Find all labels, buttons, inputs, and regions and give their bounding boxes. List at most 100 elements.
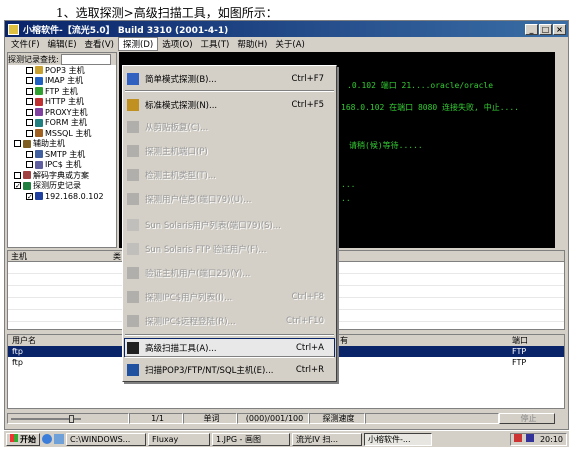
tree-node[interactable]: 解码字典或方案 <box>12 170 116 181</box>
probe-menu-item[interactable]: 检测主机类型(T)... <box>125 166 334 183</box>
tree-node[interactable]: FORM 主机 <box>12 118 116 129</box>
checkbox-checked[interactable]: ✓ <box>26 192 33 200</box>
taskbar-item-fluxay[interactable]: Fluxay <box>148 432 210 446</box>
menu-bar: 文件(F) 编辑(E) 查看(V) 探测(D) 选项(O) 工具(T) 帮助(H… <box>5 36 568 51</box>
quicklaunch-ie-icon[interactable] <box>42 434 52 444</box>
menu-item-shortcut: Ctrl+A <box>295 342 324 353</box>
menu-edit[interactable]: 编辑(E) <box>44 38 81 50</box>
tree-node-label: SMTP 主机 <box>45 149 86 159</box>
tree-node-label: MSSQL 主机 <box>45 128 92 138</box>
maximize-button[interactable]: □ <box>539 23 552 35</box>
menu-item-label: 标准模式探测(N)... <box>145 100 218 111</box>
quicklaunch-desktop-icon[interactable] <box>54 434 64 444</box>
probe-menu-item[interactable]: 探测IPC$远程登陆(R)... Ctrl+F10 <box>125 312 334 329</box>
menu-tools[interactable]: 工具(T) <box>197 38 234 50</box>
checkbox[interactable] <box>14 140 21 148</box>
tree-node[interactable]: ✓ 探测历史记录 <box>12 181 116 192</box>
probe-menu-item[interactable]: 验证主机用户(端口25)(Y)... <box>125 264 334 281</box>
menu-view[interactable]: 查看(V) <box>81 38 118 50</box>
slider-thumb[interactable] <box>69 414 74 423</box>
menu-file[interactable]: 文件(F) <box>7 38 44 50</box>
menu-item-shortcut: Ctrl+F7 <box>291 73 324 84</box>
close-button[interactable]: × <box>553 23 566 35</box>
menu-item-label: 扫描POP3/FTP/NT/SQL主机(E)... <box>145 365 274 376</box>
menu-help[interactable]: 帮助(H) <box>233 38 271 50</box>
checkbox[interactable] <box>14 171 21 179</box>
probe-menu-item[interactable]: Sun Solaris FTP 验证用户(F)... <box>125 240 334 257</box>
taskbar-item-paint[interactable]: 1.JPG - 画图 <box>212 432 290 446</box>
tree-node-label: FORM 主机 <box>45 118 87 128</box>
probe-menu-item[interactable]: 简单模式探测(B)... Ctrl+F7 <box>125 70 334 87</box>
cell-username: ftp <box>12 347 23 356</box>
title-bar[interactable]: 小榕软件-【流光5.0】 Build 3310 (2001-4-1) _ □ × <box>5 21 568 37</box>
tree-node[interactable]: FTP 主机 <box>12 86 116 97</box>
progress-slider[interactable] <box>7 412 129 424</box>
checkbox[interactable] <box>26 77 33 85</box>
checkbox[interactable] <box>26 108 33 116</box>
menu-item-icon <box>127 242 139 255</box>
menu-separator <box>125 334 334 336</box>
probe-menu-item[interactable]: Sun Solaris用户列表(端口79)(S)... <box>125 216 334 233</box>
tree-node[interactable]: IPC$ 主机 <box>12 160 116 171</box>
log-dots: .. <box>341 194 351 203</box>
probe-menu-item[interactable]: 高级扫描工具(A)... Ctrl+A <box>124 338 335 357</box>
cell-port: FTP <box>512 347 527 356</box>
menu-item-label: 探测主机端口(P) <box>145 146 208 157</box>
stop-button[interactable]: 停止 <box>499 412 555 424</box>
tray-icon[interactable] <box>513 433 522 442</box>
checkbox[interactable] <box>26 87 33 95</box>
menu-probe[interactable]: 探测(D) <box>118 36 159 51</box>
tray-icon[interactable] <box>526 433 535 442</box>
probe-menu-item[interactable]: 扫描POP3/FTP/NT/SQL主机(E)... Ctrl+R <box>125 361 334 378</box>
tree-node-label: FTP 主机 <box>45 86 78 96</box>
probe-menu-item[interactable]: 从剪贴板复(C)... <box>125 118 334 135</box>
menu-item-shortcut: Ctrl+R <box>295 364 324 375</box>
tree-node[interactable]: MSSQL 主机 <box>12 128 116 139</box>
column-stray-label: 有 <box>340 336 348 345</box>
host-type-icon <box>35 118 43 127</box>
checkbox[interactable] <box>26 119 33 127</box>
tree-node[interactable]: SMTP 主机 <box>12 149 116 160</box>
taskbar-item-fluxay4[interactable]: 流光IV 扫... <box>292 432 362 446</box>
checkbox[interactable] <box>26 66 33 74</box>
menu-item-label: Sun Solaris用户列表(端口79)(S)... <box>145 220 281 231</box>
start-button[interactable]: 开始 <box>6 432 40 446</box>
tree-node[interactable]: POP3 主机 <box>12 65 116 76</box>
tree-node-label: 辅助主机 <box>33 139 65 149</box>
menu-item-shortcut: Ctrl+F10 <box>286 315 324 326</box>
taskbar-item-xiaorong[interactable]: 小榕软件-... <box>364 432 432 446</box>
status-page: 1/1 <box>129 412 183 424</box>
tree-node[interactable]: HTTP 主机 <box>12 97 116 108</box>
host-type-icon <box>23 181 31 190</box>
log-dots: ... <box>341 180 356 189</box>
menu-item-icon <box>127 192 139 205</box>
probe-menu-item[interactable]: 探测用户信息(端口79)(U)... <box>125 190 334 207</box>
probe-menu-item[interactable]: 探测主机端口(P) <box>125 142 334 159</box>
tree-node[interactable]: ✓ 192.168.0.102 <box>12 191 116 202</box>
checkbox-checked[interactable]: ✓ <box>14 182 21 190</box>
taskbar: 开始 C:\WINDOWS... Fluxay 1.JPG - 画图 流光IV … <box>4 430 569 447</box>
tree-node[interactable]: 辅助主机 <box>12 139 116 150</box>
tree-node[interactable]: IMAP 主机 <box>12 76 116 87</box>
checkbox[interactable] <box>26 129 33 137</box>
menu-options[interactable]: 选项(O) <box>158 38 196 50</box>
search-input[interactable] <box>60 53 111 65</box>
column-host[interactable]: 主机 <box>8 251 113 262</box>
minimize-button[interactable]: _ <box>525 23 538 35</box>
app-window: 小榕软件-【流光5.0】 Build 3310 (2001-4-1) _ □ ×… <box>4 20 569 430</box>
tree-node[interactable]: PROXY主机 <box>12 107 116 118</box>
checkbox[interactable] <box>26 161 33 169</box>
column-type[interactable]: 类 <box>113 251 121 262</box>
menu-about[interactable]: 关于(A) <box>271 38 308 50</box>
checkbox[interactable] <box>26 98 33 106</box>
log-line: 请稍(候)等待..... <box>349 141 423 150</box>
taskbar-item-cmd[interactable]: C:\WINDOWS... <box>66 432 146 446</box>
probe-menu-item[interactable]: 探测IPC$用户列表(I)... Ctrl+F8 <box>125 288 334 305</box>
checkbox[interactable] <box>26 150 33 158</box>
probe-menu-item[interactable]: 标准模式探测(N)... Ctrl+F5 <box>125 96 334 113</box>
menu-item-icon <box>127 218 139 231</box>
column-username[interactable]: 用户名 <box>8 335 136 346</box>
host-type-icon <box>23 139 31 148</box>
log-scrollbar[interactable] <box>555 52 565 248</box>
column-port[interactable]: 端口 <box>512 335 562 346</box>
